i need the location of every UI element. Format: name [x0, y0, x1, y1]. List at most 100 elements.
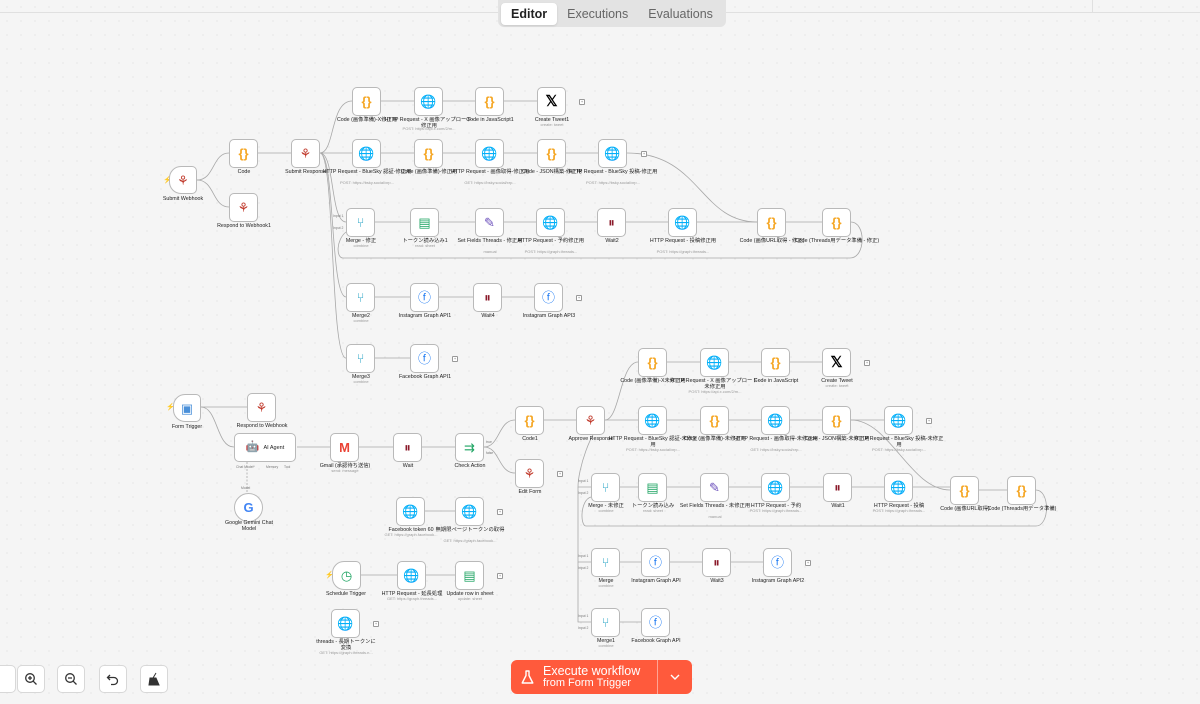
node-code-threads-fix[interactable]: {} [822, 208, 851, 237]
node-gmail[interactable]: M [330, 433, 359, 462]
node-check-action[interactable]: ⇉ [455, 433, 484, 462]
node-http-bsky-auth-fix[interactable]: 🌐 [352, 139, 381, 168]
node-subtitle: create: tweet [540, 123, 564, 127]
node-code1[interactable]: {} [515, 406, 544, 435]
node-code-json-unfix[interactable]: {} [822, 406, 851, 435]
node-http-post-fix[interactable]: 🌐 [668, 208, 697, 237]
node-merge-unfix[interactable]: ⑂ [591, 473, 620, 502]
node-create-tweet[interactable]: 𝕏 [822, 348, 851, 377]
node-http-reserve-fix[interactable]: 🌐 [536, 208, 565, 237]
merge-icon: ⑂ [356, 215, 365, 230]
node-edit-form[interactable]: ⚘ [515, 459, 544, 488]
fit-view-button[interactable] [0, 665, 16, 693]
add-node-plus-icon[interactable]: + [579, 99, 585, 105]
node-ai-agent[interactable]: 🤖 AI Agent [234, 433, 296, 462]
execute-main[interactable]: Execute workflow from Form Trigger [511, 660, 657, 694]
node-wait2[interactable]: ⏸ [597, 208, 626, 237]
node-code-imgurl[interactable]: {} [950, 476, 979, 505]
port-label: Input 2 [578, 626, 589, 630]
execute-workflow-button[interactable]: Execute workflow from Form Trigger [511, 660, 692, 694]
workflow-canvas[interactable]: ⚡ ⚘ Submit Webhook ⚘ Respond to Webhook1… [0, 0, 1200, 704]
add-node-plus-icon[interactable]: + [557, 471, 563, 477]
tab-editor[interactable]: Editor [501, 2, 558, 25]
node-code-js1[interactable]: {} [475, 87, 504, 116]
node-code-img-fix[interactable]: {} [414, 139, 443, 168]
add-node-plus-icon[interactable]: + [497, 573, 503, 579]
node-facebook-api[interactable]: ⓕ [641, 608, 670, 637]
zoom-in-button[interactable] [17, 665, 45, 693]
node-code-img-x-unfix[interactable]: {} [638, 348, 667, 377]
node-instagram-api3[interactable]: ⓕ [534, 283, 563, 312]
node-wait1[interactable]: ⏸ [823, 473, 852, 502]
node-merge1[interactable]: ⑂ [591, 608, 620, 637]
node-respond-to-webhook[interactable]: ⚘ [247, 393, 276, 422]
add-node-plus-icon[interactable]: + [926, 418, 932, 424]
node-respond-to-webhook1[interactable]: ⚘ [229, 193, 258, 222]
node-instagram-api[interactable]: ⓕ [641, 548, 670, 577]
node-token-read[interactable]: ▤ [638, 473, 667, 502]
node-http-token-refresh[interactable]: 🌐 [397, 561, 426, 590]
node-code-threads[interactable]: {} [1007, 476, 1036, 505]
add-node-plus-icon[interactable]: + [864, 360, 870, 366]
node-http-img-fetch-unfix[interactable]: 🌐 [761, 406, 790, 435]
node-code-img-x-fix[interactable]: {} [352, 87, 381, 116]
undo-button[interactable] [99, 665, 127, 693]
add-node-plus-icon[interactable]: + [497, 509, 503, 515]
globe-icon: 🌐 [481, 146, 498, 161]
top-divider [1092, 0, 1093, 12]
node-code[interactable]: {} [229, 139, 258, 168]
add-node-plus-icon[interactable]: + [576, 295, 582, 301]
node-http-reserve[interactable]: 🌐 [761, 473, 790, 502]
node-code-json-fix[interactable]: {} [537, 139, 566, 168]
execute-dropdown-button[interactable] [657, 660, 692, 694]
node-set-threads-fix[interactable]: ✎ [475, 208, 504, 237]
node-http-img-fetch-fix[interactable]: 🌐 [475, 139, 504, 168]
port-label: Input 2 [578, 566, 589, 570]
node-submit-webhook[interactable]: ⚘ [169, 166, 197, 194]
tab-evaluations[interactable]: Evaluations [638, 3, 723, 25]
node-instagram-api2[interactable]: ⓕ [763, 548, 792, 577]
node-update-sheet[interactable]: ▤ [455, 561, 484, 590]
node-facebook-api1[interactable]: ⓕ [410, 344, 439, 373]
node-merge[interactable]: ⑂ [591, 548, 620, 577]
sheets-icon: ▤ [463, 568, 476, 583]
node-fb-page-token[interactable]: 🌐 [455, 497, 484, 526]
tab-executions[interactable]: Executions [557, 3, 638, 25]
add-node-plus-icon[interactable]: + [452, 356, 458, 362]
zoom-out-button[interactable] [57, 665, 85, 693]
node-wait[interactable]: ⏸ [393, 433, 422, 462]
port-label: Input 1 [578, 554, 589, 558]
node-http-bsky-post-unfix[interactable]: 🌐 [884, 406, 913, 435]
node-http-post[interactable]: 🌐 [884, 473, 913, 502]
node-wait3[interactable]: ⏸ [702, 548, 731, 577]
node-wait4[interactable]: ⏸ [473, 283, 502, 312]
node-merge3[interactable]: ⑂ [346, 344, 375, 373]
node-create-tweet1[interactable]: 𝕏 [537, 87, 566, 116]
node-gemini-chat-model[interactable]: G [234, 493, 263, 522]
node-http-bsky-auth-unfix[interactable]: 🌐 [638, 406, 667, 435]
node-set-threads-unfix[interactable]: ✎ [700, 473, 729, 502]
tidy-up-button[interactable] [140, 665, 168, 693]
node-facebook-token-60[interactable]: 🌐 [396, 497, 425, 526]
node-merge2[interactable]: ⑂ [346, 283, 375, 312]
node-http-bsky-post-fix[interactable]: 🌐 [598, 139, 627, 168]
node-token-read1[interactable]: ▤ [410, 208, 439, 237]
node-code-imgurl-fix[interactable]: {} [757, 208, 786, 237]
add-node-plus-icon[interactable]: + [805, 560, 811, 566]
node-form-trigger[interactable]: ▣ [173, 394, 201, 422]
add-node-plus-icon[interactable]: + [641, 151, 647, 157]
node-http-x-upload-fix[interactable]: 🌐 [414, 87, 443, 116]
add-node-plus-icon[interactable]: + [373, 621, 379, 627]
node-instagram-api1[interactable]: ⓕ [410, 283, 439, 312]
webhook-icon: ⚘ [584, 413, 597, 428]
node-submit-response[interactable]: ⚘ [291, 139, 320, 168]
node-http-x-upload-unfix[interactable]: 🌐 [700, 348, 729, 377]
node-merge-fix[interactable]: ⑂ [346, 208, 375, 237]
node-code-js[interactable]: {} [761, 348, 790, 377]
port-label: Input 1 [333, 214, 344, 218]
node-code-img-unfix[interactable]: {} [700, 406, 729, 435]
globe-icon: 🌐 [420, 94, 437, 109]
node-schedule-trigger[interactable]: ◷ [332, 561, 361, 590]
node-threads-long-token[interactable]: 🌐 [331, 609, 360, 638]
node-approve-response[interactable]: ⚘ [576, 406, 605, 435]
